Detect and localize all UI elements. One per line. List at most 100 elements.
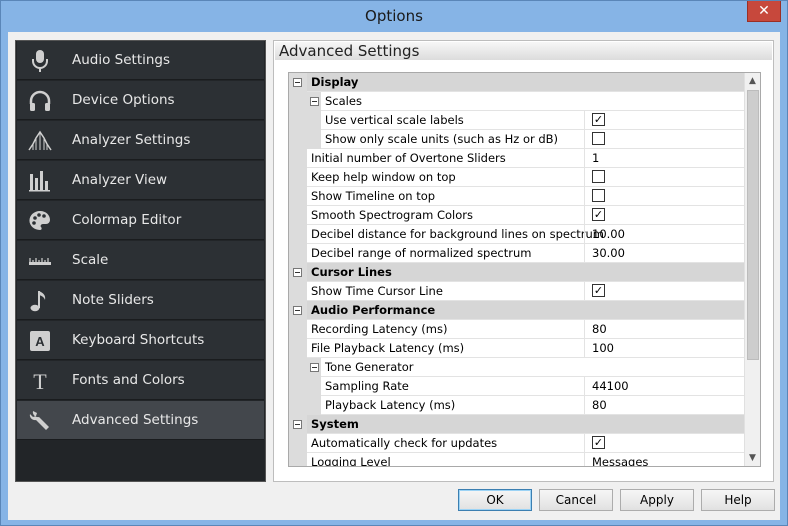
grid-property-row[interactable]: Logging Level Messages xyxy=(289,453,745,466)
grid-property-row[interactable]: Use vertical scale labels ✓ xyxy=(289,111,745,130)
checkbox-checked[interactable]: ✓ xyxy=(592,113,605,126)
row-indent-gutter xyxy=(307,396,321,415)
font-icon: T xyxy=(27,368,53,394)
property-name: System xyxy=(311,417,359,431)
property-name: Playback Latency (ms) xyxy=(325,398,456,412)
property-value-cell[interactable] xyxy=(584,187,745,206)
property-value[interactable]: 100 xyxy=(592,341,614,355)
close-button[interactable]: ✕ xyxy=(747,1,781,22)
sidebar-item-note-sliders[interactable]: Note Sliders xyxy=(17,281,264,320)
collapse-icon[interactable] xyxy=(293,420,302,429)
grid-property-row[interactable]: Decibel distance for background lines on… xyxy=(289,225,745,244)
grid-category-row[interactable]: Audio Performance xyxy=(289,301,745,320)
sidebar-item-label: Device Options xyxy=(72,92,175,108)
grid-property-row[interactable]: Show only scale units (such as Hz or dB) xyxy=(289,130,745,149)
property-value[interactable]: 1 xyxy=(592,151,599,165)
grid-category-row[interactable]: Display xyxy=(289,73,745,92)
checkbox-checked[interactable]: ✓ xyxy=(592,436,605,449)
close-icon: ✕ xyxy=(758,3,770,19)
property-value[interactable]: Messages xyxy=(592,455,648,466)
property-name: Audio Performance xyxy=(311,303,436,317)
grid-subcategory-row[interactable]: Scales xyxy=(289,92,745,111)
grid-category-row[interactable]: Cursor Lines xyxy=(289,263,745,282)
property-value-cell[interactable]: ✓ xyxy=(584,111,745,130)
sidebar-item-advanced-settings[interactable]: Advanced Settings xyxy=(17,401,264,440)
collapse-icon[interactable] xyxy=(293,78,302,87)
help-button[interactable]: Help xyxy=(701,489,775,511)
sidebar-item-keyboard-shortcuts[interactable]: A Keyboard Shortcuts xyxy=(17,321,264,360)
collapse-icon[interactable] xyxy=(310,363,319,372)
grid-property-row[interactable]: Initial number of Overtone Sliders 1 xyxy=(289,149,745,168)
grid-property-row[interactable]: Automatically check for updates ✓ xyxy=(289,434,745,453)
grid-property-row[interactable]: Show Timeline on top xyxy=(289,187,745,206)
checkbox-unchecked[interactable] xyxy=(592,189,605,202)
grid-subcategory-row[interactable]: Tone Generator xyxy=(289,358,745,377)
property-value-cell[interactable]: ✓ xyxy=(584,206,745,225)
sidebar-item-scale[interactable]: Scale xyxy=(17,241,264,280)
property-value[interactable]: 10.00 xyxy=(592,227,625,241)
collapse-icon[interactable] xyxy=(310,97,319,106)
property-value-cell[interactable]: 100 xyxy=(584,339,745,358)
property-value-cell[interactable]: ✓ xyxy=(584,434,745,453)
property-value-cell[interactable] xyxy=(584,130,745,149)
property-name: Show Time Cursor Line xyxy=(311,284,443,298)
row-gutter xyxy=(289,434,307,453)
grid-property-row[interactable]: Smooth Spectrogram Colors ✓ xyxy=(289,206,745,225)
grid-property-row[interactable]: Show Time Cursor Line ✓ xyxy=(289,282,745,301)
sidebar-item-analyzer-settings[interactable]: Analyzer Settings xyxy=(17,121,264,160)
row-gutter xyxy=(289,377,307,396)
checkbox-unchecked[interactable] xyxy=(592,170,605,183)
property-grid[interactable]: Display Scales Use vertical scale labels ✓ S… xyxy=(288,72,761,467)
sidebar-item-label: Keyboard Shortcuts xyxy=(72,332,205,348)
grid-category-row[interactable]: System xyxy=(289,415,745,434)
cancel-button[interactable]: Cancel xyxy=(539,489,613,511)
row-gutter xyxy=(289,206,307,225)
grid-property-row[interactable]: Decibel range of normalized spectrum 30.0… xyxy=(289,244,745,263)
property-value-cell[interactable]: 1 xyxy=(584,149,745,168)
property-value-cell[interactable]: 80 xyxy=(584,396,745,415)
row-indent-gutter xyxy=(307,130,321,149)
grid-property-row[interactable]: Playback Latency (ms) 80 xyxy=(289,396,745,415)
sidebar-item-label: Scale xyxy=(72,252,109,268)
vertical-scrollbar[interactable]: ▲ ▼ xyxy=(744,73,760,466)
sidebar-item-label: Colormap Editor xyxy=(72,212,182,228)
collapse-icon[interactable] xyxy=(293,268,302,277)
svg-text:T: T xyxy=(33,369,47,394)
sidebar-item-device-options[interactable]: Device Options xyxy=(17,81,264,120)
sidebar-item-audio-settings[interactable]: Audio Settings xyxy=(17,41,264,80)
property-value-cell[interactable]: 80 xyxy=(584,320,745,339)
grid-property-row[interactable]: Sampling Rate 44100 xyxy=(289,377,745,396)
property-name: Use vertical scale labels xyxy=(325,113,464,127)
sidebar-item-analyzer-view[interactable]: Analyzer View xyxy=(17,161,264,200)
grid-property-row[interactable]: File Playback Latency (ms) 100 xyxy=(289,339,745,358)
property-name: Smooth Spectrogram Colors xyxy=(311,208,473,222)
scroll-up-icon[interactable]: ▲ xyxy=(745,73,760,89)
checkbox-checked[interactable]: ✓ xyxy=(592,208,605,221)
property-value[interactable]: 44100 xyxy=(592,379,629,393)
grid-property-row[interactable]: Keep help window on top xyxy=(289,168,745,187)
scroll-thumb[interactable] xyxy=(747,90,759,360)
property-value[interactable]: 30.00 xyxy=(592,246,625,260)
sidebar-item-fonts-and-colors[interactable]: T Fonts and Colors xyxy=(17,361,264,400)
checkbox-unchecked[interactable] xyxy=(592,132,605,145)
property-value-cell[interactable]: 30.00 xyxy=(584,244,745,263)
grid-property-row[interactable]: Recording Latency (ms) 80 xyxy=(289,320,745,339)
row-gutter xyxy=(289,339,307,358)
collapse-icon[interactable] xyxy=(293,306,302,315)
ok-button[interactable]: OK xyxy=(458,489,532,511)
apply-button[interactable]: Apply xyxy=(620,489,694,511)
property-value-cell[interactable]: ✓ xyxy=(584,282,745,301)
scroll-down-icon[interactable]: ▼ xyxy=(745,450,760,466)
property-value-cell[interactable] xyxy=(584,168,745,187)
property-value-cell[interactable]: 44100 xyxy=(584,377,745,396)
property-value[interactable]: 80 xyxy=(592,322,607,336)
property-name: Decibel distance for background lines on… xyxy=(311,227,604,241)
checkbox-checked[interactable]: ✓ xyxy=(592,284,605,297)
property-value-cell[interactable]: 10.00 xyxy=(584,225,745,244)
property-value[interactable]: 80 xyxy=(592,398,607,412)
sidebar-item-colormap-editor[interactable]: Colormap Editor xyxy=(17,201,264,240)
svg-text:A: A xyxy=(35,334,45,349)
property-value-cell[interactable]: Messages xyxy=(584,453,745,466)
property-name: Display xyxy=(311,75,359,89)
title-bar[interactable]: Options ✕ xyxy=(1,1,787,32)
